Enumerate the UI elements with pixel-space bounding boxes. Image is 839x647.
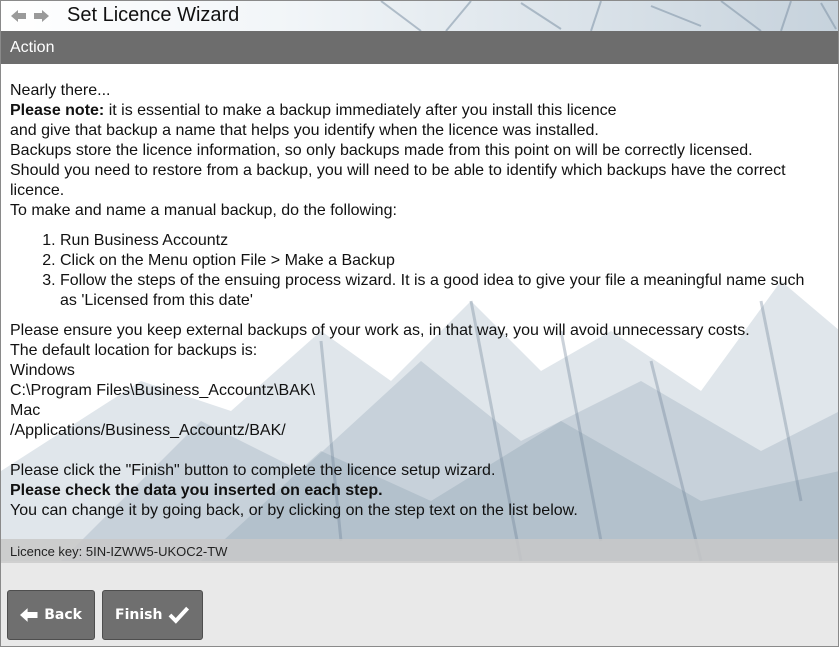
intro-text: Nearly there... [10,82,111,99]
back-button[interactable]: Back [7,590,95,640]
default-location-text: The default location for backups is: [10,342,258,359]
footer-bar: Back Finish [1,563,838,646]
licence-key-bar: Licence key: 5IN-IZWW5-UKOC2-TW [1,539,838,563]
backup-name-text: and give that backup a name that helps y… [10,122,599,139]
note-bold: Please note: [10,102,105,119]
window-title: Set Licence Wizard [67,4,240,26]
licence-key-text: Licence key: 5IN-IZWW5-UKOC2-TW [10,544,228,559]
check-data-bold: Please check the data you inserted on ea… [10,482,383,499]
finish-button[interactable]: Finish [102,590,203,640]
external-backup-text: Please ensure you keep external backups … [10,322,750,339]
title-nav [11,9,49,23]
mac-label: Mac [10,402,41,419]
restore-text: Should you need to restore from a backup… [10,162,786,199]
finish-label: Finish [115,607,163,623]
arrow-right-icon[interactable] [33,9,49,23]
check-data-note: Please check the data you inserted on ea… [10,481,825,501]
note-paragraph: Please note: it is essential to make a b… [10,101,825,121]
action-label: Action [10,39,55,56]
backup-store-text: Backups store the licence information, s… [10,142,753,159]
mac-path: /Applications/Business_Accountz/BAK/ [10,422,286,439]
note-text: it is essential to make a backup immedia… [104,102,617,119]
change-note: You can change it by going back, or by c… [10,502,578,519]
instructions-intro: To make and name a manual backup, do the… [10,202,397,219]
windows-label: Windows [10,362,75,379]
action-header: Action [1,31,838,64]
arrow-left-icon[interactable] [11,9,27,23]
arrow-left-icon [20,608,38,622]
finish-note: Please click the "Finish" button to comp… [10,462,496,479]
steps-list: Run Business Accountz Click on the Menu … [10,231,825,311]
back-label: Back [44,607,82,623]
title-bar: Set Licence Wizard [1,1,838,31]
wizard-window: Set Licence Wizard Action Nearly there..… [0,0,839,647]
wizard-content: Nearly there... Please note: it is essen… [10,81,825,521]
step-item: Click on the Menu option File > Make a B… [60,251,825,271]
windows-path: C:\Program Files\Business_Accountz\BAK\ [10,382,316,399]
checkmark-icon [169,606,190,624]
step-item: Run Business Accountz [60,231,825,251]
step-item: Follow the steps of the ensuing process … [60,271,825,311]
